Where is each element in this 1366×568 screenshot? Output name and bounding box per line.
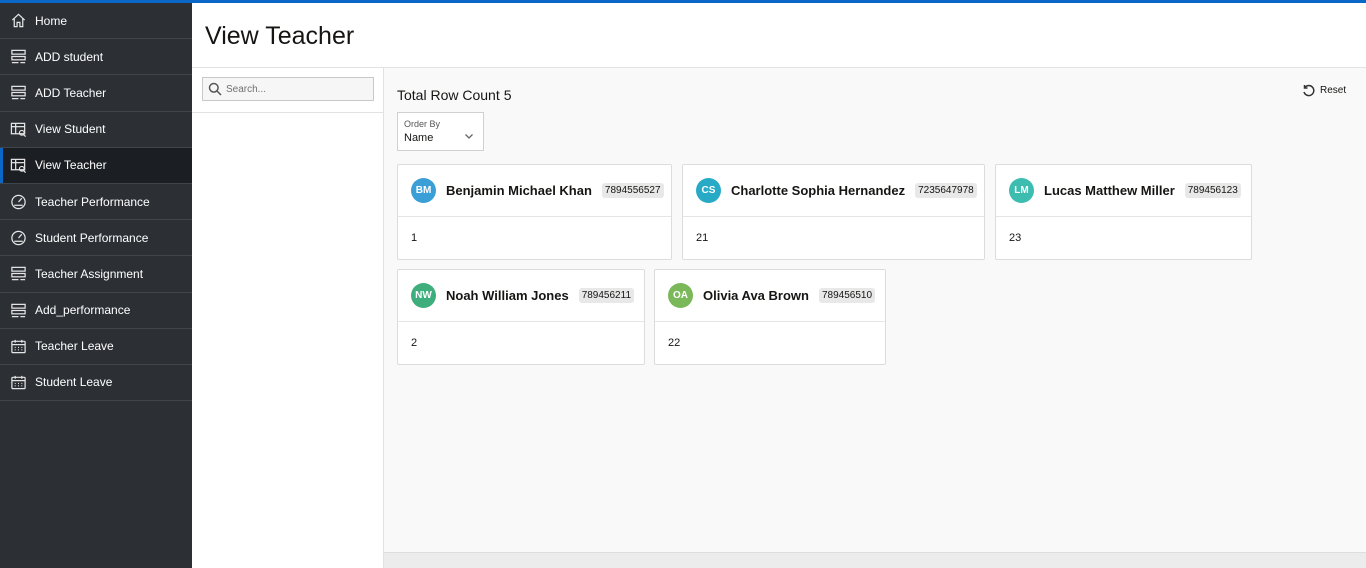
phone-badge: 789456510: [818, 288, 876, 303]
avatar: BM: [411, 178, 436, 203]
card-header: OA Olivia Ava Brown 789456510: [655, 270, 885, 322]
card-value: 1: [411, 232, 418, 244]
teacher-name: Charlotte Sophia Hernandez: [731, 183, 906, 198]
teacher-name: Benjamin Michael Khan: [446, 183, 592, 198]
table-search-icon: [9, 120, 27, 138]
form-icon: [9, 84, 27, 102]
sidebar-item-label: Teacher Performance: [35, 194, 150, 209]
row-count: Total Row Count 5: [397, 87, 512, 103]
phone-badge: 789456123: [1184, 183, 1241, 198]
sidebar-nav: Home ADD student ADD Teacher View Studen…: [0, 3, 192, 568]
reset-icon: [1303, 84, 1315, 97]
phone-badge: 7894556527: [601, 183, 664, 198]
sidebar-item-label: Home: [35, 13, 68, 28]
avatar: OA: [668, 283, 693, 308]
sidebar-item-label: ADD Teacher: [35, 85, 107, 100]
teacher-card[interactable]: BM Benjamin Michael Khan 7894556527 1: [397, 164, 672, 260]
teacher-card[interactable]: CS Charlotte Sophia Hernandez 7235647978…: [682, 164, 985, 260]
sidebar-item-label: Teacher Leave: [35, 339, 114, 354]
table-search-icon: [9, 156, 27, 174]
card-header: CS Charlotte Sophia Hernandez 7235647978: [683, 165, 984, 217]
calendar-icon: [9, 337, 27, 355]
search-input[interactable]: [226, 83, 366, 95]
sidebar-item-label: Teacher Assignment: [35, 266, 144, 281]
sidebar-item-teacher-performance[interactable]: Teacher Performance: [0, 184, 192, 221]
page-title: View Teacher: [205, 22, 355, 50]
results-region: Total Row Count 5 Reset Order By Name BM…: [384, 68, 1366, 568]
form-icon: [9, 301, 27, 319]
sidebar-item-label: ADD student: [35, 49, 104, 64]
form-icon: [9, 48, 27, 66]
sidebar-item-student-leave[interactable]: Student Leave: [0, 365, 192, 402]
sidebar-item-label: Add_performance: [35, 303, 131, 318]
phone-badge: 789456211: [578, 288, 634, 303]
sidebar-item-label: View Teacher: [35, 158, 107, 173]
sidebar-item-home[interactable]: Home: [0, 3, 192, 40]
teacher-card[interactable]: OA Olivia Ava Brown 789456510 22: [654, 269, 886, 365]
sidebar-item-teacher-leave[interactable]: Teacher Leave: [0, 329, 192, 365]
order-by-select[interactable]: Order By Name: [397, 112, 484, 151]
card-header: NW Noah William Jones 789456211: [398, 270, 644, 322]
reset-button[interactable]: Reset: [1302, 84, 1346, 97]
form-icon: [9, 265, 27, 283]
gauge-icon: [9, 229, 27, 247]
teacher-name: Olivia Ava Brown: [703, 288, 809, 303]
search-icon: [208, 82, 222, 96]
page-header: View Teacher: [192, 3, 1366, 68]
chevron-down-icon: [464, 128, 474, 139]
card-header: BM Benjamin Michael Khan 7894556527: [398, 165, 671, 217]
search-panel: [192, 68, 384, 568]
divider: [192, 112, 383, 113]
avatar: CS: [696, 178, 721, 203]
sidebar-item-add-student[interactable]: ADD student: [0, 39, 192, 76]
avatar: LM: [1009, 178, 1034, 203]
sidebar-item-label: Student Leave: [35, 375, 113, 390]
calendar-icon: [9, 373, 27, 391]
card-header: LM Lucas Matthew Miller 789456123: [996, 165, 1251, 217]
teacher-card[interactable]: NW Noah William Jones 789456211 2: [397, 269, 645, 365]
teacher-name: Noah William Jones: [446, 288, 569, 303]
teacher-card[interactable]: LM Lucas Matthew Miller 789456123 23: [995, 164, 1252, 260]
card-value: 21: [696, 232, 709, 244]
row-count-value: 5: [503, 87, 512, 103]
card-value: 2: [411, 337, 418, 349]
footer-bar: [384, 552, 1366, 568]
sidebar-item-view-teacher[interactable]: View Teacher: [0, 147, 192, 184]
teacher-name: Lucas Matthew Miller: [1044, 183, 1175, 198]
search-box[interactable]: [202, 77, 374, 101]
sidebar-item-add-performance[interactable]: Add_performance: [0, 293, 192, 329]
avatar: NW: [411, 283, 436, 308]
reset-label: Reset: [1320, 85, 1347, 96]
card-value: 23: [1009, 232, 1022, 244]
gauge-icon: [9, 193, 27, 211]
phone-badge: 7235647978: [915, 183, 977, 198]
row-count-label: Total Row Count: [397, 87, 500, 103]
sidebar-item-view-student[interactable]: View Student: [0, 112, 192, 148]
sidebar-item-teacher-assignment[interactable]: Teacher Assignment: [0, 256, 192, 293]
home-icon: [9, 12, 27, 30]
sidebar-item-add-teacher[interactable]: ADD Teacher: [0, 75, 192, 112]
card-value: 22: [668, 337, 681, 349]
sidebar-item-label: View Student: [35, 122, 106, 137]
sidebar-item-label: Student Performance: [35, 230, 149, 245]
sidebar-item-student-performance[interactable]: Student Performance: [0, 220, 192, 257]
